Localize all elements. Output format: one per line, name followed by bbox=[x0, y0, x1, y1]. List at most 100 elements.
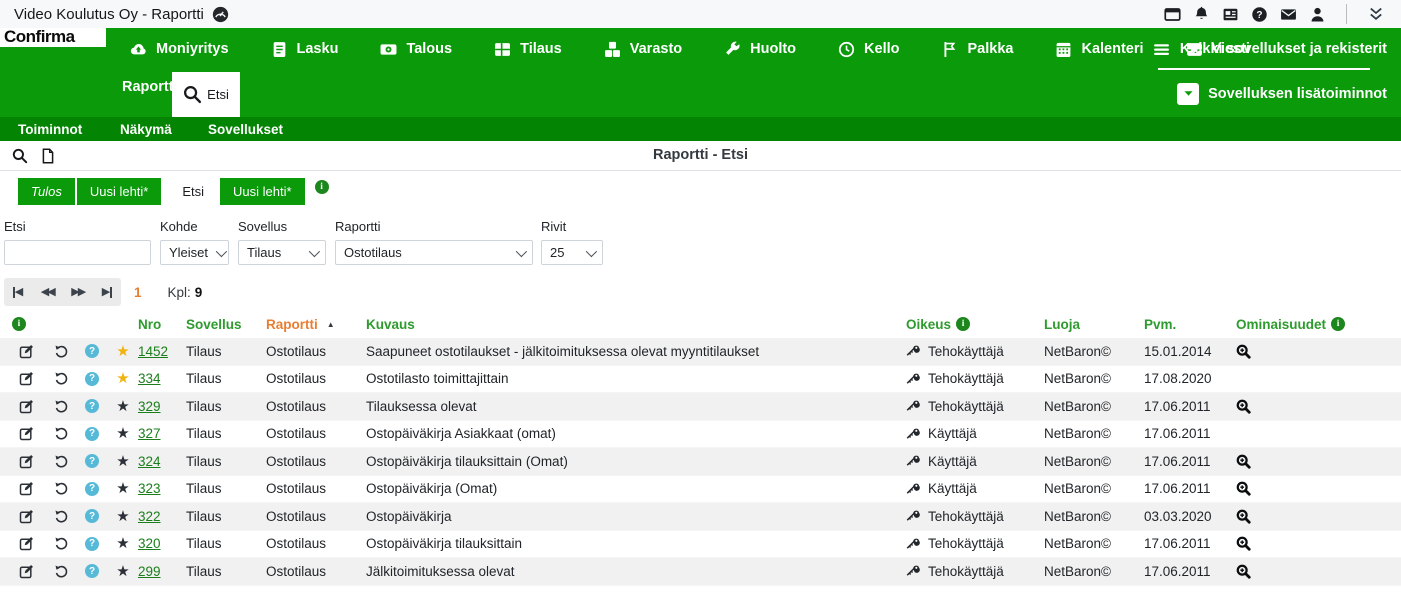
search-input[interactable] bbox=[4, 240, 151, 265]
question-icon[interactable]: ? bbox=[85, 482, 99, 496]
zoom-plus-icon[interactable] bbox=[1236, 509, 1251, 524]
nav-item-palkka[interactable]: Palkka bbox=[942, 41, 1014, 58]
report-number-link[interactable]: 1452 bbox=[138, 344, 168, 359]
star-icon[interactable]: ★ bbox=[108, 536, 138, 551]
question-icon[interactable]: ? bbox=[85, 564, 99, 578]
edit-icon[interactable] bbox=[19, 344, 34, 359]
menu-nakyma[interactable]: Näkymä bbox=[120, 122, 172, 137]
zoom-plus-icon[interactable] bbox=[1236, 344, 1251, 359]
nav-item-moniyritys[interactable]: Moniyritys bbox=[130, 41, 229, 58]
question-icon[interactable]: ? bbox=[85, 427, 99, 441]
report-number-link[interactable]: 334 bbox=[138, 371, 161, 386]
star-icon[interactable]: ★ bbox=[108, 344, 138, 359]
nav-item-talous[interactable]: Talous bbox=[380, 41, 452, 58]
tab-uusi-lehti-[interactable]: Uusi lehti* bbox=[220, 178, 305, 205]
window-icon[interactable] bbox=[1164, 6, 1181, 23]
edit-icon[interactable] bbox=[19, 564, 34, 579]
history-icon[interactable] bbox=[54, 509, 69, 524]
menu-toiminnot[interactable]: Toiminnot bbox=[18, 122, 82, 137]
edit-icon[interactable] bbox=[19, 454, 34, 469]
bell-icon[interactable] bbox=[1193, 6, 1210, 23]
question-icon[interactable]: ? bbox=[85, 454, 99, 468]
menu-sovellukset[interactable]: Sovellukset bbox=[208, 122, 283, 137]
question-icon[interactable]: ? bbox=[85, 372, 99, 386]
question-icon[interactable]: ? bbox=[85, 509, 99, 523]
star-icon[interactable]: ★ bbox=[108, 426, 138, 441]
history-icon[interactable] bbox=[54, 536, 69, 551]
sovellus-select[interactable]: Tilaus bbox=[238, 240, 326, 265]
nav-item-kalenteri[interactable]: Kalenteri bbox=[1055, 41, 1143, 58]
info-icon[interactable]: i bbox=[315, 180, 329, 194]
edit-icon[interactable] bbox=[19, 536, 34, 551]
star-icon[interactable]: ★ bbox=[108, 481, 138, 496]
nav-item-varasto[interactable]: Varasto bbox=[604, 41, 682, 58]
question-icon[interactable]: ? bbox=[85, 399, 99, 413]
nav-item-huolto[interactable]: Huolto bbox=[724, 41, 796, 58]
history-icon[interactable] bbox=[54, 481, 69, 496]
report-number-link[interactable]: 324 bbox=[138, 454, 161, 469]
extra-actions-button[interactable]: Sovelluksen lisätoiminnot bbox=[1177, 70, 1387, 117]
raportti-select[interactable]: Ostotilaus bbox=[335, 240, 533, 265]
nav-item-kello[interactable]: Kello bbox=[838, 41, 899, 58]
history-icon[interactable] bbox=[54, 426, 69, 441]
star-icon[interactable]: ★ bbox=[108, 509, 138, 524]
history-icon[interactable] bbox=[54, 371, 69, 386]
edit-icon[interactable] bbox=[19, 481, 34, 496]
info-icon[interactable]: i bbox=[1331, 317, 1345, 331]
report-number-link[interactable]: 327 bbox=[138, 426, 161, 441]
next-page-button[interactable]: ▶▶ bbox=[71, 287, 84, 298]
column-header-ominaisuudet[interactable]: Ominaisuudeti bbox=[1236, 317, 1401, 332]
column-header-oikeus[interactable]: Oikeusi bbox=[906, 317, 1044, 332]
report-number-link[interactable]: 329 bbox=[138, 399, 161, 414]
logo[interactable]: Confirma bbox=[0, 28, 106, 47]
help-icon[interactable]: ? bbox=[1251, 6, 1268, 23]
history-icon[interactable] bbox=[54, 564, 69, 579]
history-icon[interactable] bbox=[54, 399, 69, 414]
zoom-plus-icon[interactable] bbox=[1236, 454, 1251, 469]
first-page-button[interactable]: ◀ bbox=[13, 287, 23, 298]
column-header-kuvaus[interactable]: Kuvaus bbox=[366, 317, 906, 332]
column-header-pvm[interactable]: Pvm. bbox=[1144, 317, 1236, 332]
zoom-plus-icon[interactable] bbox=[1236, 564, 1251, 579]
nav-item-tilaus[interactable]: Tilaus bbox=[494, 41, 562, 58]
gauge-icon[interactable] bbox=[212, 6, 229, 23]
report-number-link[interactable]: 323 bbox=[138, 481, 161, 496]
edit-icon[interactable] bbox=[19, 399, 34, 414]
zoom-plus-icon[interactable] bbox=[1236, 481, 1251, 496]
rivit-select[interactable]: 25 bbox=[541, 240, 603, 265]
last-page-button[interactable]: ▶ bbox=[102, 287, 112, 298]
question-icon[interactable]: ? bbox=[85, 537, 99, 551]
tab-tulos[interactable]: Tulos bbox=[18, 178, 75, 205]
column-header-raportti[interactable]: Raportti▲ bbox=[266, 317, 366, 332]
logo-text[interactable]: Confirma bbox=[0, 28, 106, 46]
column-header-nro[interactable]: Nro bbox=[138, 317, 186, 332]
edit-icon[interactable] bbox=[19, 509, 34, 524]
star-icon[interactable]: ★ bbox=[108, 399, 138, 414]
nav-item-lasku[interactable]: Lasku bbox=[271, 41, 339, 58]
zoom-plus-icon[interactable] bbox=[1236, 536, 1251, 551]
edit-icon[interactable] bbox=[19, 426, 34, 441]
column-header-sovellus[interactable]: Sovellus bbox=[186, 317, 266, 332]
star-icon[interactable]: ★ bbox=[108, 454, 138, 469]
app-subtab-etsi[interactable]: Etsi bbox=[172, 72, 240, 117]
tab-etsi[interactable]: Etsi bbox=[169, 178, 217, 205]
report-number-link[interactable]: 320 bbox=[138, 536, 161, 551]
edit-icon[interactable] bbox=[19, 371, 34, 386]
report-number-link[interactable]: 322 bbox=[138, 509, 161, 524]
kohde-select[interactable]: Yleiset bbox=[160, 240, 229, 265]
history-icon[interactable] bbox=[54, 344, 69, 359]
star-icon[interactable]: ★ bbox=[108, 564, 138, 579]
mail-icon[interactable] bbox=[1280, 6, 1297, 23]
chevrons-down-icon[interactable] bbox=[1367, 6, 1385, 22]
star-icon[interactable]: ★ bbox=[108, 371, 138, 386]
report-number-link[interactable]: 299 bbox=[138, 564, 161, 579]
zoom-plus-icon[interactable] bbox=[1236, 399, 1251, 414]
news-icon[interactable] bbox=[1222, 6, 1239, 23]
app-tab-raportti[interactable]: Raportti bbox=[122, 79, 178, 95]
question-icon[interactable]: ? bbox=[85, 344, 99, 358]
info-icon[interactable]: i bbox=[956, 317, 970, 331]
prev-page-button[interactable]: ◀◀ bbox=[41, 287, 54, 298]
info-icon[interactable]: i bbox=[12, 317, 26, 331]
column-header-luoja[interactable]: Luoja bbox=[1044, 317, 1144, 332]
all-apps-button[interactable]: Kaikki sovellukset ja rekisterit bbox=[1153, 28, 1387, 70]
